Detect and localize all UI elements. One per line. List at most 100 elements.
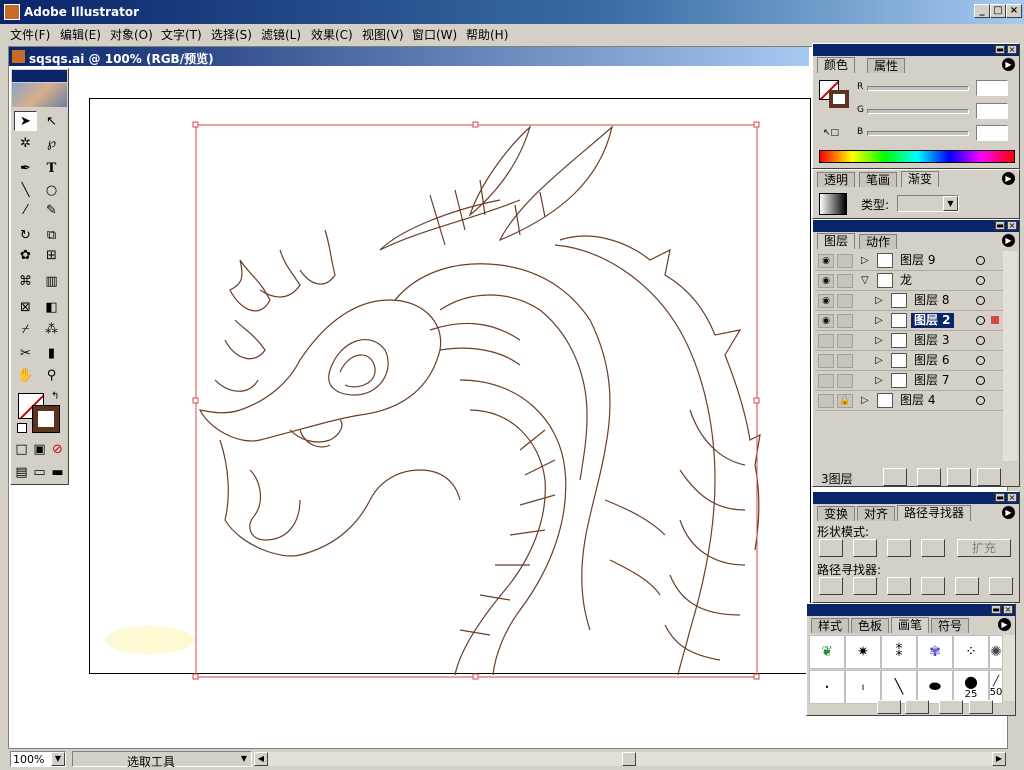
- tab-attributes[interactable]: 属性: [867, 58, 906, 73]
- swap-arrow-icon[interactable]: ↰: [51, 391, 59, 402]
- pen-tool-icon[interactable]: ✒: [14, 158, 37, 178]
- intersect-shape-button[interactable]: [887, 539, 911, 557]
- panel-close-button[interactable]: ×: [1007, 221, 1017, 230]
- channel-r-slider[interactable]: [867, 86, 969, 91]
- target-circle-icon[interactable]: [976, 276, 985, 285]
- visibility-toggle[interactable]: [818, 334, 834, 348]
- channel-g-input[interactable]: [976, 103, 1008, 119]
- eye-icon[interactable]: ◉: [818, 314, 834, 328]
- blend-tool-icon[interactable]: ⁂: [40, 319, 63, 339]
- panel-minimize-button[interactable]: ▬: [995, 493, 1005, 502]
- panel-close-button[interactable]: ×: [1007, 45, 1017, 54]
- panel-menu-arrow-icon[interactable]: ▶: [1002, 506, 1015, 519]
- hand-tool-icon[interactable]: ✋: [14, 365, 37, 385]
- panel-menu-arrow-icon[interactable]: ▶: [998, 618, 1011, 631]
- none-mode-icon[interactable]: ⊘: [49, 439, 66, 459]
- selection-tool-icon[interactable]: ➤: [14, 111, 37, 131]
- gradient-type-select[interactable]: ▼: [897, 195, 959, 212]
- brush-flower-icon[interactable]: ✾: [917, 635, 953, 669]
- color-mode-icon[interactable]: □: [13, 439, 30, 459]
- exclude-shape-button[interactable]: [921, 539, 945, 557]
- scale-tool-icon[interactable]: ⧉: [40, 225, 63, 245]
- chevron-down-icon[interactable]: ▼: [241, 754, 247, 763]
- eye-icon[interactable]: ◉: [818, 254, 834, 268]
- channel-r-input[interactable]: [976, 80, 1008, 96]
- make-clipping-mask-button[interactable]: [883, 468, 907, 486]
- layers-scrollbar[interactable]: [1003, 251, 1017, 461]
- chevron-down-icon[interactable]: ▼: [51, 752, 65, 766]
- target-circle-icon[interactable]: [976, 256, 985, 265]
- outline-button[interactable]: [955, 577, 979, 595]
- panel-menu-arrow-icon[interactable]: ▶: [1002, 172, 1015, 185]
- brush-leaf-icon[interactable]: ❦: [809, 635, 845, 669]
- magic-wand-tool-icon[interactable]: ✲: [14, 133, 37, 153]
- tab-pathfinder[interactable]: 路径寻找器: [897, 505, 972, 521]
- triangle-right-icon[interactable]: ▷: [875, 355, 883, 366]
- out-of-gamut-icon[interactable]: ↖□: [823, 128, 839, 138]
- panel-close-button[interactable]: ×: [1003, 605, 1013, 614]
- channel-b-input[interactable]: [976, 125, 1008, 141]
- triangle-down-icon[interactable]: ▽: [861, 275, 869, 286]
- slice-tool-icon[interactable]: ▮: [40, 343, 63, 363]
- brush-scatter-icon[interactable]: ⁘: [953, 635, 989, 669]
- layer-row[interactable]: ▷ 图层 7: [815, 371, 1005, 391]
- trim-button[interactable]: [853, 577, 877, 595]
- lock-toggle[interactable]: [837, 354, 853, 368]
- stroke-swatch[interactable]: [32, 405, 60, 433]
- layer-row[interactable]: ▷ 图层 6: [815, 351, 1005, 371]
- eyedropper-tool-icon[interactable]: ⌿: [14, 319, 37, 339]
- layer-row[interactable]: 🔒 ▷ 图层 4: [815, 391, 1005, 411]
- ellipse-tool-icon[interactable]: ○: [40, 180, 63, 200]
- divide-button[interactable]: [819, 577, 843, 595]
- color-stroke-swatch[interactable]: [829, 90, 849, 108]
- new-sublayer-button[interactable]: [917, 468, 941, 486]
- layer-row[interactable]: ◉ ▷ 图层 8: [815, 291, 1005, 311]
- brush-diagonal-icon[interactable]: ╲: [881, 670, 917, 704]
- channel-b-slider[interactable]: [867, 131, 969, 136]
- expand-button[interactable]: 扩充: [957, 539, 1011, 557]
- warp-tool-icon[interactable]: ✿: [14, 245, 37, 265]
- paintbrush-tool-icon[interactable]: ⁄: [14, 200, 37, 220]
- gradient-tool-icon[interactable]: ◧: [40, 297, 63, 317]
- gradient-mode-icon[interactable]: ▣: [31, 439, 48, 459]
- layer-row[interactable]: ▷ 图层 3: [815, 331, 1005, 351]
- lock-toggle[interactable]: [837, 294, 853, 308]
- mesh-tool-icon[interactable]: ⊠: [14, 297, 37, 317]
- add-shape-button[interactable]: [819, 539, 843, 557]
- tab-swatches[interactable]: 色板: [851, 618, 890, 633]
- scrollbar-thumb[interactable]: [622, 752, 636, 766]
- rotate-tool-icon[interactable]: ↻: [14, 225, 37, 245]
- tab-stroke[interactable]: 笔画: [859, 172, 898, 187]
- lock-toggle[interactable]: [837, 254, 853, 268]
- layer-row[interactable]: ◉ ▷ 图层 2: [815, 311, 1005, 331]
- spectrum-bar[interactable]: [819, 150, 1015, 163]
- screen-mode-standard-icon[interactable]: ▤: [13, 462, 30, 482]
- brush-footprint-icon[interactable]: ⁑: [881, 635, 917, 669]
- screen-mode-full-menu-icon[interactable]: ▭: [31, 462, 48, 482]
- type-tool-icon[interactable]: T: [40, 158, 63, 178]
- brush-dot-icon[interactable]: •: [809, 670, 845, 704]
- delete-brush-icon[interactable]: [969, 700, 993, 714]
- target-circle-icon[interactable]: [976, 316, 985, 325]
- symbol-sprayer-tool-icon[interactable]: ⌘: [14, 271, 37, 291]
- tab-align[interactable]: 对齐: [857, 506, 896, 521]
- visibility-toggle[interactable]: [818, 354, 834, 368]
- panel-close-button[interactable]: ×: [1007, 493, 1017, 502]
- brush-thin-line-icon[interactable]: ı: [845, 670, 881, 704]
- brush-line-50[interactable]: ╱ 50: [989, 670, 1003, 704]
- panel-menu-arrow-icon[interactable]: ▶: [1002, 58, 1015, 71]
- eye-icon[interactable]: ◉: [818, 294, 834, 308]
- tab-styles[interactable]: 样式: [811, 618, 850, 633]
- screen-mode-full-icon[interactable]: ▬: [49, 462, 66, 482]
- tab-actions[interactable]: 动作: [859, 234, 898, 249]
- panel-minimize-button[interactable]: ▬: [995, 221, 1005, 230]
- tab-transparency[interactable]: 透明: [817, 172, 856, 187]
- gradient-preview[interactable]: [819, 193, 847, 215]
- pencil-tool-icon[interactable]: ✎: [40, 200, 63, 220]
- tab-symbols[interactable]: 符号: [931, 618, 970, 633]
- triangle-right-icon[interactable]: ▷: [875, 295, 883, 306]
- panel-minimize-button[interactable]: ▬: [995, 45, 1005, 54]
- lock-icon[interactable]: 🔒: [837, 394, 853, 408]
- scroll-left-icon[interactable]: ◀: [254, 752, 268, 766]
- lock-toggle[interactable]: [837, 274, 853, 288]
